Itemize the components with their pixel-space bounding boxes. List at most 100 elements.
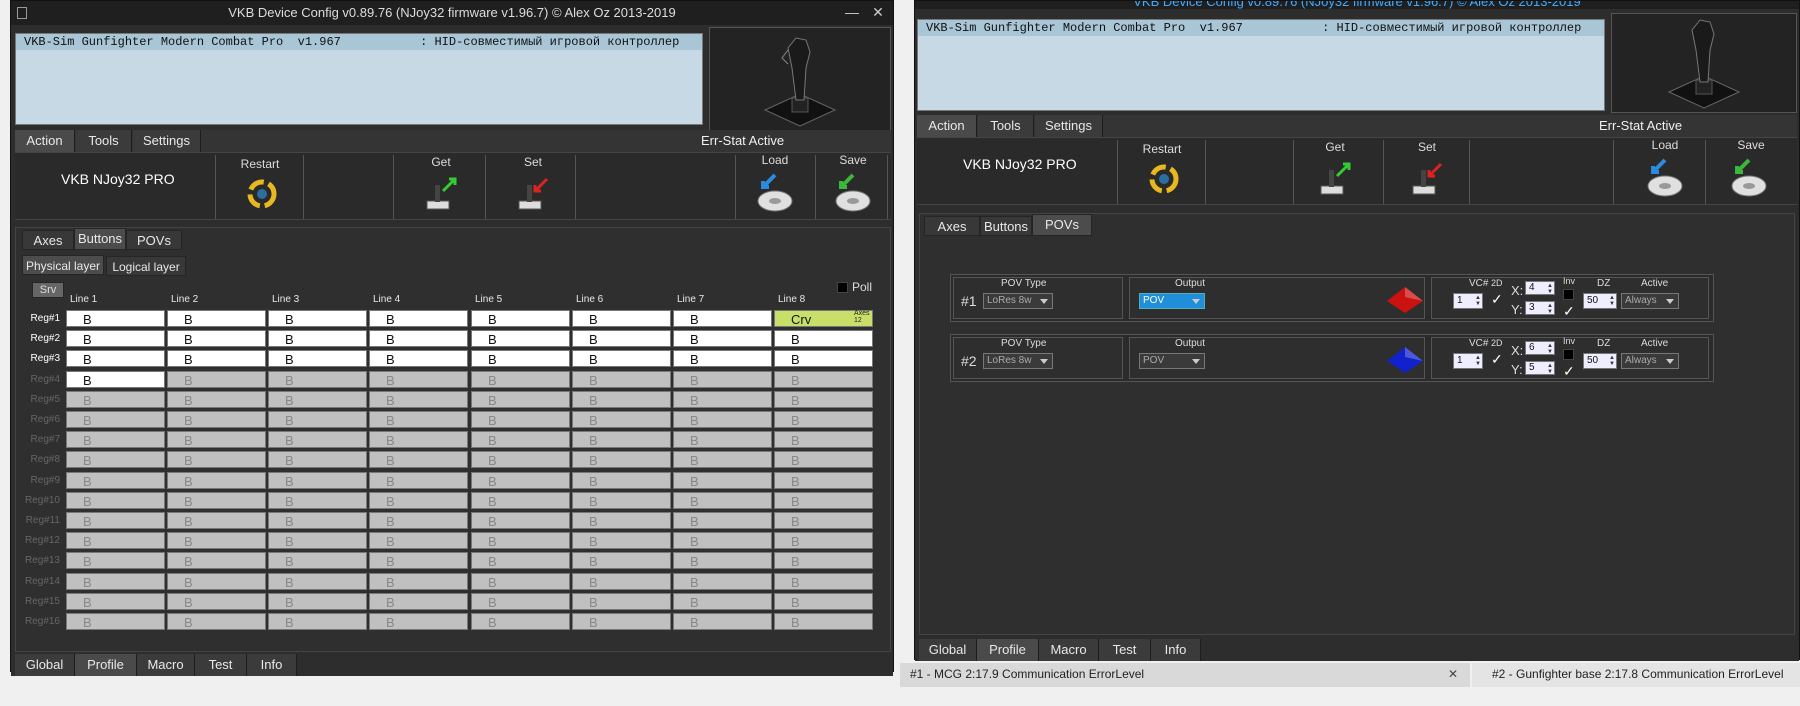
button-cell[interactable]: B [471,350,570,368]
button-cell[interactable]: B [471,451,570,469]
button-cell[interactable]: B [572,491,671,509]
active-select[interactable]: Always [1621,293,1679,309]
button-cell[interactable]: B [369,532,468,550]
button-cell[interactable]: B [369,330,468,348]
button-cell[interactable]: B [167,350,266,368]
set-icon[interactable] [515,173,553,213]
button-cell[interactable]: B [673,512,772,529]
tab-global[interactable]: Global [15,654,75,676]
button-cell[interactable]: B [268,310,367,327]
tab-global[interactable]: Global [919,639,977,661]
button-cell[interactable]: B [572,431,671,449]
button-cell[interactable]: B [167,552,266,570]
button-cell[interactable]: B [673,471,772,489]
button-cell[interactable]: B [66,471,165,489]
button-cell[interactable]: B [369,310,468,327]
button-cell[interactable]: B [572,592,671,610]
2d-checkbox[interactable]: ✓ [1491,352,1503,366]
pov-type-select[interactable]: LoRes 8w [983,353,1053,369]
subtab-povs[interactable]: POVs [1032,214,1092,236]
button-cell[interactable]: B [572,330,671,348]
close-icon[interactable]: ✕ [867,1,889,25]
dz-spinner[interactable]: 50 ▲ ▼ [1583,353,1617,369]
button-cell[interactable]: B [774,491,873,509]
button-cell[interactable]: B [167,592,266,610]
button-cell[interactable]: B [774,471,873,489]
taskbar-item-2[interactable]: #2 - Gunfighter base 2:17.8 Communicatio… [1472,663,1800,687]
button-cell[interactable]: B [471,532,570,550]
tab-info[interactable]: Info [1151,639,1201,661]
button-cell[interactable]: B [167,390,266,408]
tab-profile[interactable]: Profile [75,654,137,676]
button-cell[interactable]: B [673,390,772,408]
button-cell[interactable]: B [471,613,570,630]
button-cell[interactable]: B [774,330,873,348]
set-icon[interactable] [1409,158,1447,198]
button-cell[interactable]: B [774,552,873,570]
button-cell[interactable]: B [167,451,266,469]
button-cell[interactable]: B [471,431,570,449]
right-title-bar[interactable]: VKB Device Config v0.89.76 (NJoy32 firmw… [915,1,1799,9]
button-cell[interactable]: B [268,471,367,489]
button-cell[interactable]: B [268,532,367,550]
subtab-axes[interactable]: Axes [924,216,980,236]
button-cell[interactable]: B [673,350,772,368]
button-cell[interactable]: B [167,370,266,388]
srv-button[interactable]: Srv [32,282,64,298]
button-cell[interactable]: B [66,330,165,348]
button-cell[interactable]: B [66,451,165,469]
subtab-povs[interactable]: POVs [126,230,182,250]
button-cell[interactable]: B [369,451,468,469]
button-cell[interactable]: B [471,552,570,570]
button-cell[interactable]: B [572,370,671,388]
button-cell[interactable]: B [572,471,671,489]
load-icon[interactable] [1645,156,1685,200]
button-cell[interactable]: B [167,411,266,428]
subtab-buttons[interactable]: Buttons [74,228,126,250]
button-cell[interactable]: B [268,330,367,348]
button-cell[interactable]: B [471,390,570,408]
button-cell[interactable]: B [66,310,165,327]
button-cell[interactable]: B [66,370,165,388]
button-cell[interactable]: B [673,572,772,590]
button-cell[interactable]: B [673,592,772,610]
output-select[interactable]: POV [1139,353,1205,369]
button-cell[interactable]: B [167,330,266,348]
button-cell[interactable]: B [369,512,468,529]
button-cell[interactable]: B [471,491,570,509]
tab-tools[interactable]: Tools [76,130,132,152]
button-cell[interactable]: B [369,431,468,449]
button-cell[interactable]: B [167,431,266,449]
button-cell[interactable]: B [66,592,165,610]
button-cell[interactable]: B [673,451,772,469]
button-cell[interactable]: B [66,411,165,428]
button-cell[interactable]: B [572,350,671,368]
restart-icon[interactable] [245,177,279,211]
button-cell[interactable]: B [774,370,873,388]
button-cell[interactable]: B [774,451,873,469]
button-cell[interactable]: B [268,572,367,590]
button-cell[interactable]: B [167,310,266,327]
active-select[interactable]: Always [1621,353,1679,369]
inv-x-checkbox[interactable] [1563,289,1574,300]
button-cell[interactable]: B [471,370,570,388]
button-cell[interactable]: B [572,572,671,590]
device-info-line[interactable]: VKB-Sim Gunfighter Modern Combat Pro v1.… [918,20,1604,36]
x-spinner[interactable]: 6 ▲ ▼ [1525,341,1555,355]
restart-icon[interactable] [1147,162,1181,196]
button-cell[interactable]: B [774,411,873,428]
button-cell[interactable]: B [167,532,266,550]
tab-logical-layer[interactable]: Logical layer [106,256,186,276]
button-cell[interactable]: B [572,451,671,469]
button-cell[interactable]: B [268,451,367,469]
button-cell[interactable]: B [572,613,671,630]
button-cell[interactable]: B [774,613,873,630]
button-cell[interactable]: B [167,572,266,590]
tab-physical-layer[interactable]: Physical layer [22,255,104,275]
tab-macro[interactable]: Macro [1039,639,1099,661]
taskbar-item-1[interactable]: #1 - MCG 2:17.9 Communication ErrorLevel… [900,663,1470,687]
button-cell[interactable]: B [572,512,671,529]
button-cell[interactable]: B [167,491,266,509]
button-cell[interactable]: B [572,552,671,570]
tab-action[interactable]: Action [917,115,977,137]
